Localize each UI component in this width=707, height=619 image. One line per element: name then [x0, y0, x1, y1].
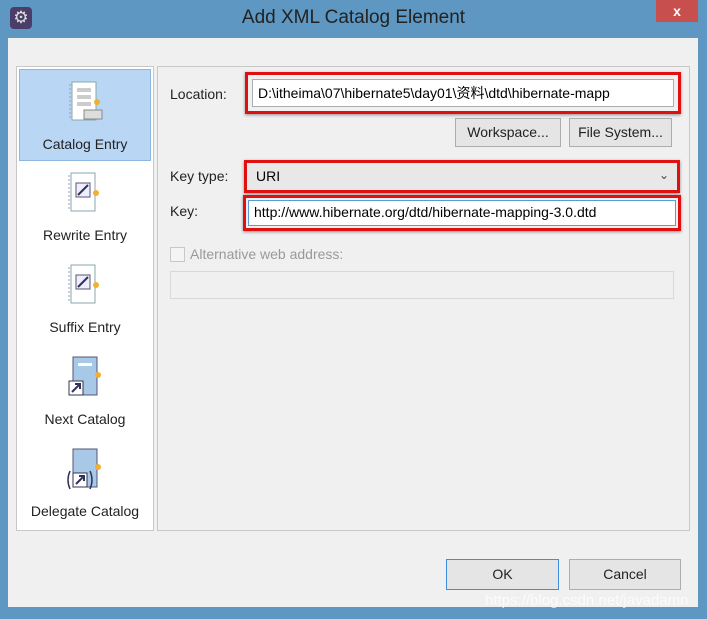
sidebar-item-label: Catalog Entry: [42, 136, 128, 152]
sidebar-item-suffix-entry[interactable]: Suffix Entry: [19, 253, 151, 345]
sidebar-item-label: Rewrite Entry: [42, 227, 128, 243]
sidebar-item-next-catalog[interactable]: Next Catalog: [19, 345, 151, 437]
cancel-button[interactable]: Cancel: [569, 559, 681, 590]
rewrite-entry-icon: [68, 172, 99, 212]
ok-button[interactable]: OK: [446, 559, 559, 590]
entry-type-list: Catalog Entry Rewrite Entry Suffix Entry…: [16, 66, 154, 531]
sidebar-item-catalog-entry[interactable]: Catalog Entry: [19, 69, 151, 161]
key-label: Key:: [170, 203, 199, 219]
key-type-label: Key type:: [170, 168, 229, 184]
sidebar-item-label: Next Catalog: [44, 411, 126, 427]
location-input[interactable]: D:\itheima\07\hibernate5\day01\资料\dtd\hi…: [252, 79, 674, 107]
key-type-select[interactable]: URI ⌄: [244, 160, 680, 193]
watermark: https://blog.csdn.net/javadamn: [485, 592, 689, 609]
suffix-entry-icon: [68, 264, 99, 304]
location-label: Location:: [170, 86, 227, 102]
catalog-entry-icon: [69, 81, 103, 121]
sidebar-item-delegate-catalog[interactable]: Delegate Catalog: [19, 437, 151, 529]
title-bar[interactable]: ⚙ Add XML Catalog Element x: [0, 0, 707, 38]
alternative-web-address-input: [170, 271, 674, 299]
key-input[interactable]: http://www.hibernate.org/dtd/hibernate-m…: [248, 200, 676, 226]
next-catalog-icon: [68, 356, 101, 396]
sidebar-item-rewrite-entry[interactable]: Rewrite Entry: [19, 161, 151, 253]
key-type-value: URI: [256, 168, 281, 184]
close-button[interactable]: x: [656, 0, 698, 22]
file-system-button[interactable]: File System...: [569, 118, 672, 147]
alternative-web-address-label: Alternative web address:: [190, 246, 344, 262]
workspace-button[interactable]: Workspace...: [455, 118, 561, 147]
chevron-down-icon: ⌄: [658, 168, 669, 182]
delegate-catalog-icon: [67, 448, 101, 490]
sidebar-item-label: Suffix Entry: [49, 319, 121, 335]
window-title: Add XML Catalog Element: [241, 7, 466, 28]
sidebar-item-label: Delegate Catalog: [30, 503, 140, 519]
alternative-web-address-checkbox[interactable]: [170, 247, 185, 262]
